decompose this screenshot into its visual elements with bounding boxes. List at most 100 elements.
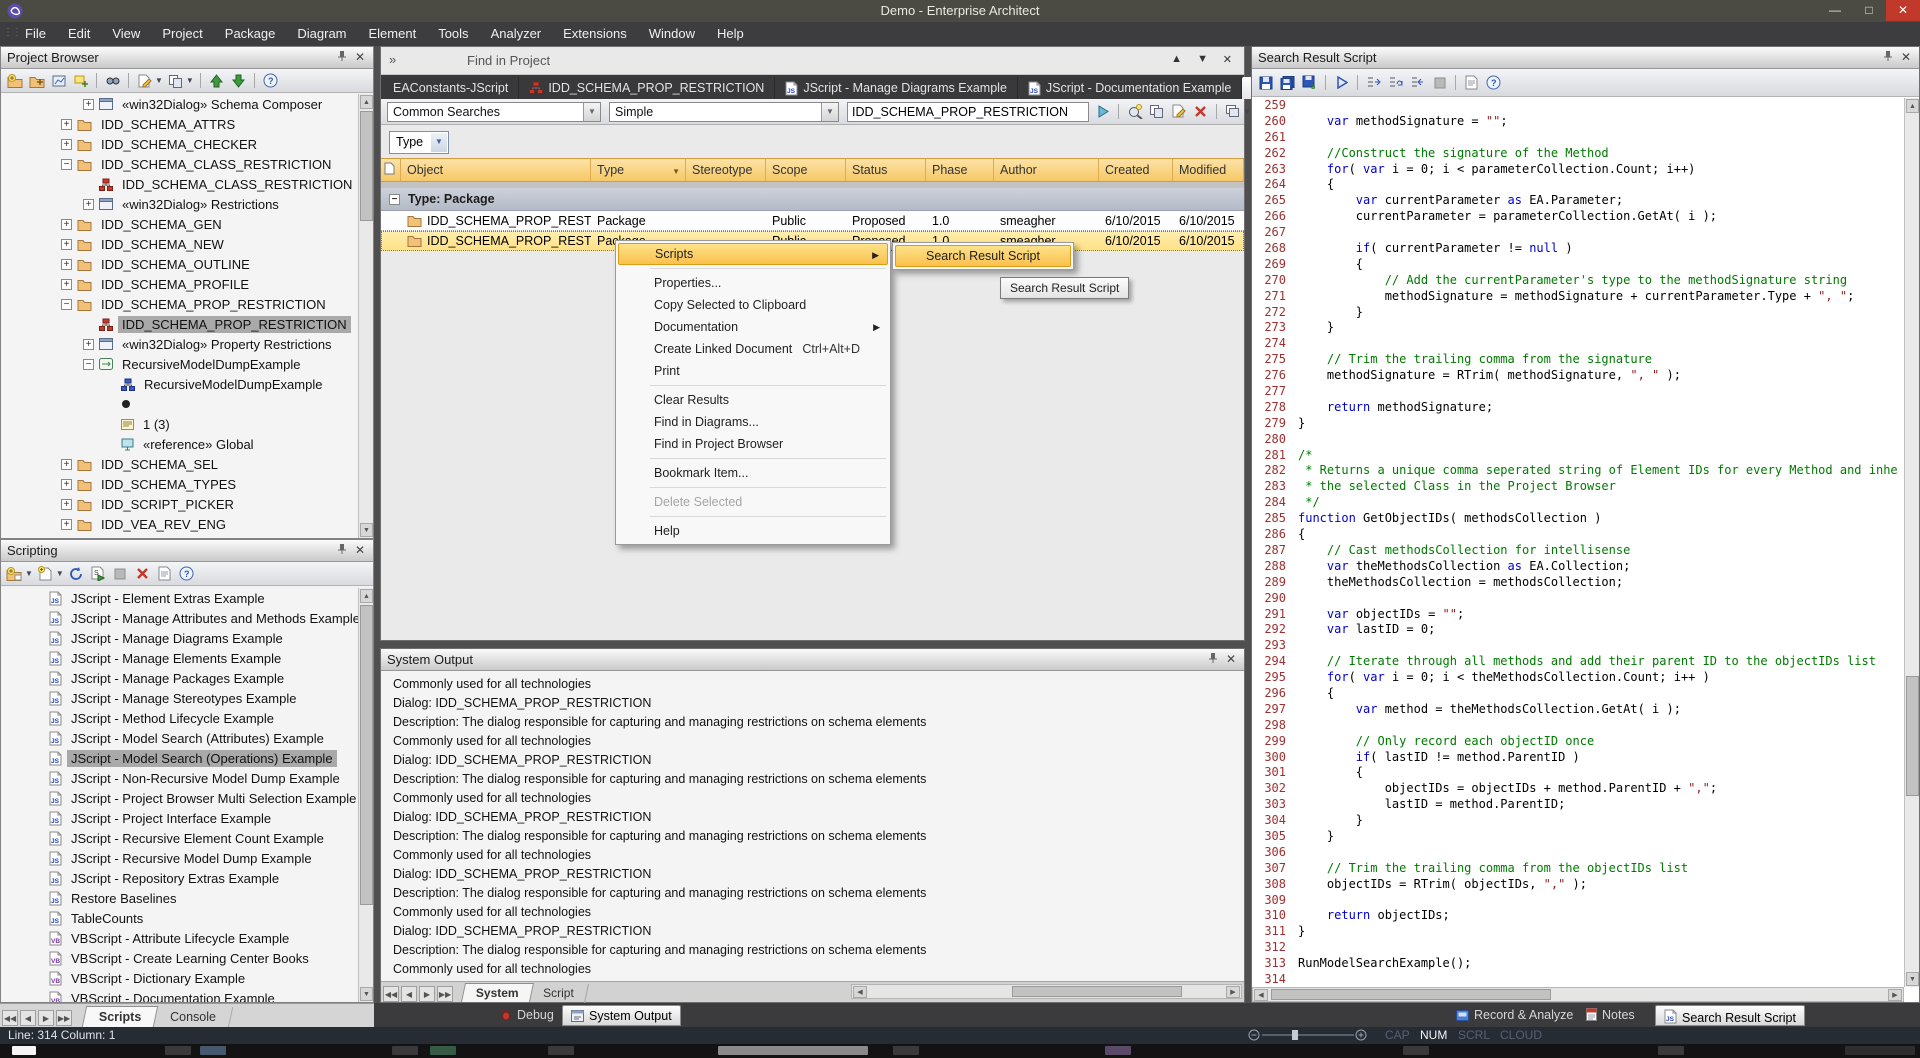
menu-help[interactable]: Help bbox=[706, 22, 755, 46]
expand-icon[interactable]: + bbox=[61, 219, 72, 230]
column-header-modified[interactable]: Modified bbox=[1173, 158, 1244, 182]
script-list-item[interactable]: JSJScript - Repository Extras Example bbox=[1, 868, 358, 888]
code-area[interactable]: 259260 var methodSignature = "";261262 /… bbox=[1252, 98, 1904, 987]
column-header-object[interactable]: Object bbox=[401, 158, 591, 182]
script-list-item[interactable]: VBVBScript - Create Learning Center Book… bbox=[1, 948, 358, 968]
tree-item[interactable]: +«win32Dialog» Restrictions bbox=[1, 194, 358, 214]
output-line[interactable]: Description: The dialog responsible for … bbox=[393, 886, 1244, 905]
output-line[interactable]: Dialog: IDD_SCHEMA_PROP_RESTRICTION bbox=[393, 924, 1244, 943]
scroll-up-icon[interactable]: ▲ bbox=[360, 589, 373, 603]
tree-item[interactable]: +IDD_SCHEMA_ATTRS bbox=[1, 114, 358, 134]
chevron-down-icon[interactable]: ▼ bbox=[56, 569, 64, 578]
step-out-button[interactable] bbox=[1408, 74, 1427, 92]
stop-button[interactable] bbox=[1430, 74, 1449, 92]
step-in-button[interactable] bbox=[1364, 74, 1383, 92]
tree-item[interactable]: −IDD_SCHEMA_PROP_RESTRICTION bbox=[1, 294, 358, 314]
script-list-item[interactable]: JSTableCounts bbox=[1, 908, 358, 928]
menu-diagram[interactable]: Diagram bbox=[286, 22, 357, 46]
menu-project[interactable]: Project bbox=[151, 22, 213, 46]
document-edit-button[interactable] bbox=[135, 72, 154, 90]
expand-icon[interactable]: + bbox=[83, 339, 94, 350]
output-line[interactable]: Dialog: IDD_SCHEMA_PROP_RESTRICTION bbox=[393, 867, 1244, 886]
expand-icon[interactable]: + bbox=[83, 199, 94, 210]
output-line[interactable]: Description: The dialog responsible for … bbox=[393, 943, 1244, 962]
script-list-item[interactable]: JSJScript - Manage Diagrams Example bbox=[1, 628, 358, 648]
script-list-item[interactable]: JSJScript - Model Search (Attributes) Ex… bbox=[1, 728, 358, 748]
tree-item[interactable]: +IDD_SCHEMA_PROFILE bbox=[1, 274, 358, 294]
tab-last-icon[interactable]: ▶▶ bbox=[437, 986, 453, 1002]
output-line[interactable]: Description: The dialog responsible for … bbox=[393, 772, 1244, 791]
search-category-combo[interactable]: Common Searches▼ bbox=[387, 102, 601, 122]
menu-view[interactable]: View bbox=[101, 22, 151, 46]
help-button[interactable]: ? bbox=[1484, 74, 1503, 92]
run-button[interactable] bbox=[1332, 74, 1351, 92]
docked-tab-debug[interactable]: Debug bbox=[492, 1005, 562, 1026]
help-button[interactable]: ? bbox=[261, 72, 280, 90]
pin-icon[interactable] bbox=[337, 50, 347, 62]
context-menu-item-documentation[interactable]: Documentation▶ bbox=[618, 316, 888, 338]
context-menu-item-help[interactable]: Help bbox=[618, 520, 888, 542]
scripting-tab-scripts[interactable]: Scripts bbox=[81, 1006, 158, 1027]
find-in-browser-button[interactable] bbox=[103, 72, 122, 90]
close-button[interactable]: ✕ bbox=[1886, 0, 1920, 21]
script-list-item[interactable]: JSJScript - Manage Attributes and Method… bbox=[1, 608, 358, 628]
new-script-button[interactable] bbox=[36, 565, 55, 583]
collapse-icon[interactable]: − bbox=[61, 299, 72, 310]
docked-tab-search-result-script[interactable]: JSSearch Result Script bbox=[1655, 1005, 1805, 1026]
tab-prev-icon[interactable]: ◀ bbox=[20, 1010, 36, 1026]
expand-icon[interactable]: + bbox=[61, 239, 72, 250]
collapse-icon[interactable]: ▲ bbox=[1171, 53, 1182, 65]
save-all-button[interactable] bbox=[1278, 74, 1297, 92]
tree-item[interactable]: IDD_SCHEMA_PROP_RESTRICTION bbox=[1, 314, 358, 334]
script-list-item[interactable]: JSJScript - Recursive Element Count Exam… bbox=[1, 828, 358, 848]
options-button[interactable] bbox=[1223, 102, 1242, 120]
delete-button[interactable] bbox=[133, 565, 152, 583]
delete-results-button[interactable] bbox=[1191, 102, 1210, 120]
output-line[interactable]: Description: The dialog responsible for … bbox=[393, 715, 1244, 734]
step-over-button[interactable] bbox=[1386, 74, 1405, 92]
editor-vscrollbar[interactable]: ▲ ▼ bbox=[1904, 98, 1919, 987]
column-header-type[interactable]: Type▼ bbox=[591, 158, 686, 182]
help-button[interactable]: ? bbox=[177, 565, 196, 583]
tree-item[interactable]: +IDD_SCHEMA_NEW bbox=[1, 234, 358, 254]
expand-icon[interactable]: + bbox=[61, 139, 72, 150]
group-by-chip[interactable]: Type▼ bbox=[389, 131, 449, 154]
chevron-down-icon[interactable]: ▼ bbox=[821, 103, 838, 121]
script-list-item[interactable]: VBVBScript - Documentation Example bbox=[1, 988, 358, 1002]
menu-analyzer[interactable]: Analyzer bbox=[480, 22, 553, 46]
context-menu-item-create-linked-document[interactable]: Create Linked DocumentCtrl+Alt+D bbox=[618, 338, 888, 360]
new-diagram-button[interactable] bbox=[49, 72, 68, 90]
script-list-item[interactable]: JSJScript - Manage Packages Example bbox=[1, 668, 358, 688]
expand-icon[interactable]: + bbox=[61, 479, 72, 490]
column-header-scope[interactable]: Scope bbox=[766, 158, 846, 182]
group-row[interactable]: −Type: Package bbox=[381, 188, 1244, 211]
column-header-status[interactable]: Status bbox=[846, 158, 926, 182]
chevron-down-icon[interactable]: ▼ bbox=[431, 133, 447, 152]
column-header-author[interactable]: Author bbox=[994, 158, 1099, 182]
expand-icon[interactable]: + bbox=[61, 259, 72, 270]
minimize-button[interactable]: — bbox=[1818, 0, 1852, 21]
collapse-icon[interactable]: − bbox=[61, 159, 72, 170]
tree-item[interactable]: +«win32Dialog» Property Restrictions bbox=[1, 334, 358, 354]
collapse-icon[interactable]: − bbox=[83, 359, 94, 370]
docked-tab-system-output[interactable]: System Output bbox=[562, 1005, 681, 1026]
scroll-right-icon[interactable]: ▶ bbox=[1226, 986, 1240, 998]
document-button[interactable] bbox=[1462, 74, 1481, 92]
tree-item[interactable]: −RecursiveModelDumpExample bbox=[1, 354, 358, 374]
output-line[interactable]: Description: The dialog responsible for … bbox=[393, 829, 1244, 848]
column-header-created[interactable]: Created bbox=[1099, 158, 1173, 182]
copy-results-button[interactable] bbox=[1147, 102, 1166, 120]
output-line[interactable]: Dialog: IDD_SCHEMA_PROP_RESTRICTION bbox=[393, 696, 1244, 715]
close-icon[interactable]: ✕ bbox=[1223, 53, 1232, 66]
expand-icon[interactable]: + bbox=[61, 119, 72, 130]
expand-icon[interactable]: + bbox=[61, 519, 72, 530]
document-tab[interactable]: IDD_SCHEMA_PROP_RESTRICTION bbox=[519, 77, 775, 99]
close-icon[interactable]: ✕ bbox=[355, 543, 365, 557]
zoom-slider[interactable] bbox=[1248, 1029, 1368, 1041]
close-icon[interactable]: ✕ bbox=[1901, 50, 1911, 64]
context-menu-item-clear-results[interactable]: Clear Results bbox=[618, 389, 888, 411]
search-mode-combo[interactable]: Simple▼ bbox=[609, 102, 839, 122]
scroll-down-icon[interactable]: ▼ bbox=[360, 523, 373, 537]
output-line[interactable]: Commonly used for all technologies bbox=[393, 791, 1244, 810]
script-list-item[interactable]: JSJScript - Model Search (Operations) Ex… bbox=[1, 748, 358, 768]
